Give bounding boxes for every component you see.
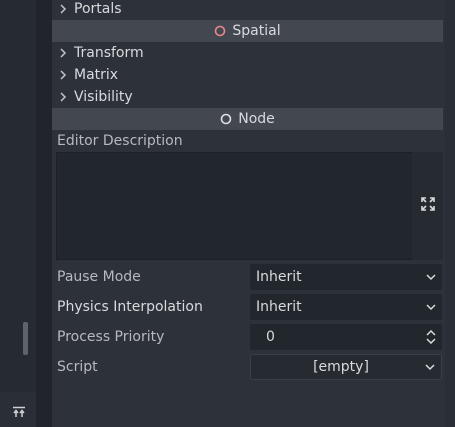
category-node: Node: [52, 108, 443, 130]
editor-description-textarea[interactable]: [56, 152, 413, 260]
process-priority-spinbox[interactable]: 0: [250, 324, 442, 350]
left-panel-scrollbar[interactable]: [23, 322, 28, 355]
script-label: Script: [57, 359, 98, 375]
bottom-panel-toggle-button[interactable]: [8, 405, 30, 423]
section-matrix[interactable]: Matrix: [52, 64, 443, 86]
up-down-arrows-icon[interactable]: [420, 330, 442, 344]
chevron-right-icon: [52, 92, 74, 102]
section-label: Visibility: [74, 89, 133, 105]
category-label: Spatial: [232, 23, 281, 39]
pause-mode-dropdown[interactable]: Inherit: [250, 264, 442, 290]
script-resource-picker[interactable]: [empty]: [250, 354, 442, 380]
chevron-down-icon: [420, 273, 442, 281]
resource-value: [empty]: [313, 359, 369, 375]
physics-interpolation-label: Physics Interpolation: [57, 299, 203, 315]
expand-bottom-icon: [12, 406, 26, 422]
chevron-right-icon: [52, 48, 74, 58]
spinbox-value: 0: [266, 329, 275, 345]
node-icon: [220, 113, 232, 125]
dropdown-value: Inherit: [256, 299, 302, 315]
spatial-node-icon: [214, 25, 226, 37]
category-spatial: Spatial: [52, 20, 443, 42]
category-label: Node: [238, 111, 275, 127]
editor-description-label: Editor Description: [57, 133, 183, 149]
section-visibility[interactable]: Visibility: [52, 86, 443, 108]
left-panel: [0, 0, 36, 392]
section-label: Matrix: [74, 67, 119, 83]
process-priority-label: Process Priority: [57, 329, 165, 345]
expand-icon: [420, 197, 435, 215]
panel-splitter[interactable]: [36, 0, 52, 427]
section-transform[interactable]: Transform: [52, 42, 443, 64]
chevron-down-icon: [420, 303, 442, 311]
dropdown-value: Inherit: [256, 269, 302, 285]
physics-interpolation-dropdown[interactable]: Inherit: [250, 294, 442, 320]
section-label: Portals: [74, 1, 122, 17]
chevron-right-icon: [52, 70, 74, 80]
inspector-scroll-gutter: [445, 0, 455, 427]
chevron-down-icon: [419, 363, 441, 371]
editor-description-expand-button[interactable]: [412, 152, 443, 260]
section-portals[interactable]: Portals: [52, 0, 443, 20]
section-label: Transform: [74, 45, 144, 61]
pause-mode-label: Pause Mode: [57, 269, 141, 285]
chevron-right-icon: [52, 4, 74, 14]
